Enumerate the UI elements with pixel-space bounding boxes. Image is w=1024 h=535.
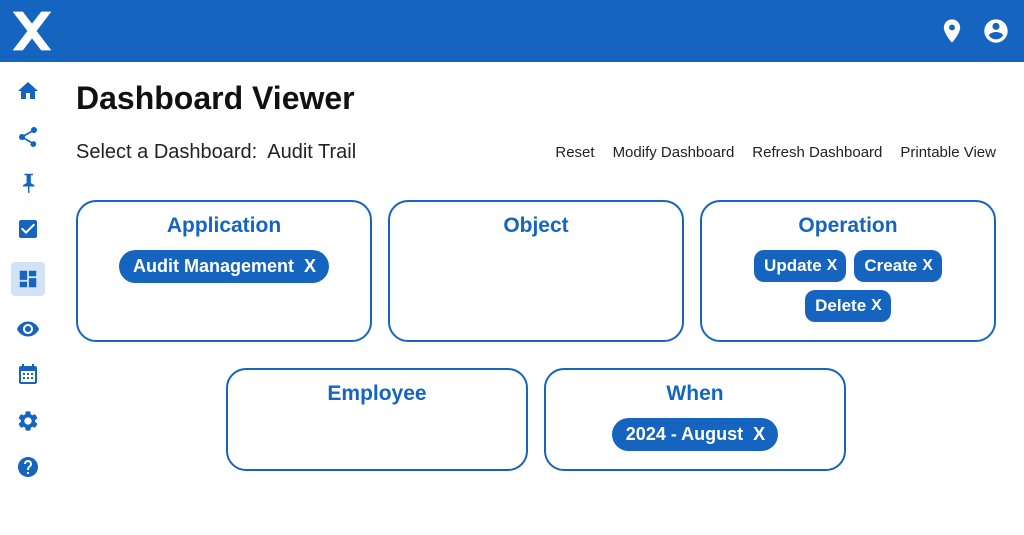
card-title: Employee	[242, 382, 512, 406]
filter-card-application: Application Audit Management X	[76, 200, 372, 342]
card-title: When	[560, 382, 830, 406]
refresh-dashboard-link[interactable]: Refresh Dashboard	[752, 144, 882, 161]
card-title: Operation	[716, 214, 980, 238]
page-title: Dashboard Viewer	[76, 80, 996, 117]
chip-update[interactable]: Update X	[754, 250, 846, 282]
filter-card-object: Object	[388, 200, 684, 342]
header-actions	[938, 17, 1010, 45]
reset-link[interactable]: Reset	[555, 144, 594, 161]
filter-card-operation: Operation Update X Create X Delete X	[700, 200, 996, 342]
share-icon[interactable]	[15, 124, 41, 150]
main-content: Dashboard Viewer Select a Dashboard: Aud…	[56, 62, 1024, 535]
selector-label: Select a Dashboard:	[76, 141, 257, 164]
gear-icon[interactable]	[15, 408, 41, 434]
chip-audit-management[interactable]: Audit Management X	[119, 250, 329, 283]
close-icon[interactable]: X	[871, 297, 881, 315]
close-icon[interactable]: X	[922, 257, 932, 275]
chip-create[interactable]: Create X	[854, 250, 942, 282]
chip-label: Delete	[815, 296, 866, 316]
card-title: Application	[92, 214, 356, 238]
close-icon[interactable]: X	[827, 257, 837, 275]
filter-card-employee: Employee	[226, 368, 528, 471]
modify-dashboard-link[interactable]: Modify Dashboard	[613, 144, 735, 161]
chip-when[interactable]: 2024 - August X	[612, 418, 778, 451]
chip-label: Create	[864, 256, 917, 276]
visibility-icon[interactable]	[15, 316, 41, 342]
dashboard-controls-row: Select a Dashboard: Audit Trail Reset Mo…	[76, 141, 996, 164]
calendar-icon[interactable]	[15, 362, 41, 388]
help-icon[interactable]	[15, 454, 41, 480]
checkbox-icon[interactable]	[15, 216, 41, 242]
app-logo	[8, 7, 56, 55]
chip-label: 2024 - August	[626, 424, 743, 445]
app-header	[0, 0, 1024, 62]
printable-view-link[interactable]: Printable View	[900, 144, 996, 161]
chip-delete[interactable]: Delete X	[805, 290, 891, 322]
home-icon[interactable]	[15, 78, 41, 104]
close-icon[interactable]: X	[753, 424, 764, 445]
user-avatar-icon[interactable]	[982, 17, 1010, 45]
chip-label: Audit Management	[133, 256, 294, 277]
filter-card-when: When 2024 - August X	[544, 368, 846, 471]
selector-value: Audit Trail	[267, 141, 356, 164]
card-title: Object	[404, 214, 668, 238]
location-icon[interactable]	[938, 17, 966, 45]
sidebar	[0, 62, 56, 535]
close-icon[interactable]: X	[304, 256, 315, 277]
chip-label: Update	[764, 256, 822, 276]
dashboard-selector[interactable]: Select a Dashboard: Audit Trail	[76, 141, 356, 164]
dashboard-icon[interactable]	[11, 262, 45, 296]
dashboard-actions: Reset Modify Dashboard Refresh Dashboard…	[555, 144, 996, 161]
pin-icon[interactable]	[15, 170, 41, 196]
